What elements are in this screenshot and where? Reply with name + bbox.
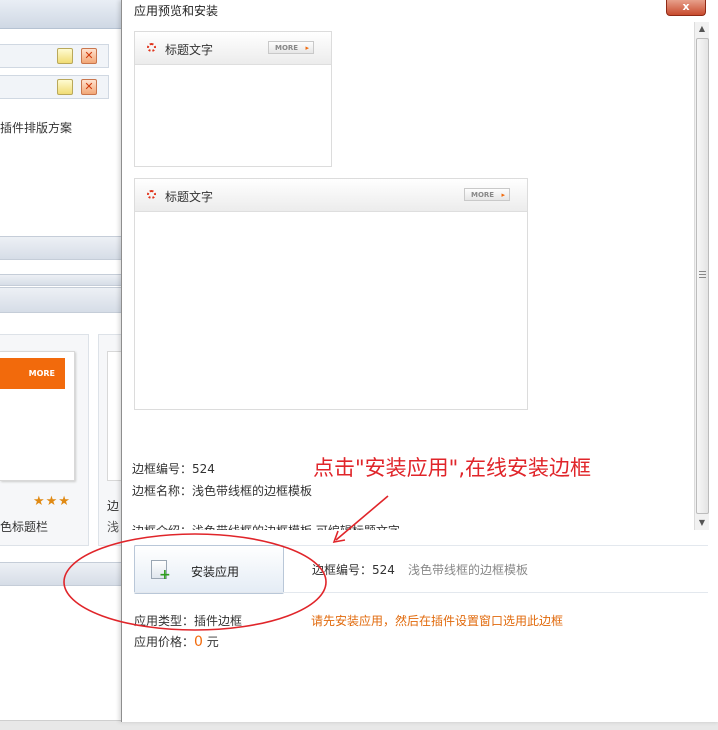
summary-id-label: 边框编号： [312,563,373,577]
app-price-line: 应用价格：0 元 [134,633,219,650]
title-dot-icon [147,190,156,199]
app-type-label: 应用类型： [134,614,195,628]
arrow-right-icon: ▸ [501,191,505,199]
border-preview-small: 标题文字 MORE ▸ [134,31,332,167]
scroll-down-icon[interactable]: ▼ [695,516,709,530]
install-app-button[interactable]: + 安装应用 [134,545,284,594]
plus-icon: + [159,567,171,583]
background-description: 插件排版方案 [0,121,73,135]
frame-title: 标题文字 [165,43,214,57]
app-price-label: 应用价格： [134,635,195,649]
rating-stars: ★★★ [33,494,71,509]
border-name-label: 边框名称： [132,484,193,498]
summary-id-value: 524 [372,563,395,577]
frame-header: 标题文字 MORE ▸ [135,32,331,65]
border-id-value: 524 [192,462,215,476]
background-footer-bar [0,562,122,586]
background-page: ✕ ✕ 插件排版方案 MORE ★★★ 色标题栏 边 浅 [0,0,122,729]
delete-icon[interactable]: ✕ [81,79,97,95]
more-button[interactable]: MORE ▸ [464,188,510,201]
summary-name: 浅色带线框的边框模板 [408,563,529,577]
card-preview [107,351,122,481]
border-preview-large: 标题文字 MORE ▸ [134,178,528,410]
background-section-bar [0,287,122,313]
border-id-label: 边框编号： [132,462,193,476]
background-template-card[interactable]: MORE ★★★ 色标题栏 [0,334,89,546]
background-list-row: ✕ [0,44,109,68]
background-template-card[interactable]: 边 浅 [98,334,122,546]
app-price-value: 0 [194,634,203,650]
card-preview: MORE [0,351,75,481]
app-type-value: 插件边框 [194,614,243,628]
install-app-label: 安装应用 [191,565,240,579]
preview-scrollbar[interactable]: ▲ ▼ [694,22,709,530]
dialog-title: 应用预览和安装 [134,4,219,18]
edit-icon[interactable] [57,79,73,95]
more-label: MORE [275,44,299,52]
divider [134,592,708,593]
card-title-bar: MORE [0,358,65,389]
app-type-line: 应用类型：插件边框 [134,612,242,629]
card-text: 边 [107,499,120,513]
card-text: 浅 [107,520,120,534]
more-label: MORE [471,191,495,199]
background-section-bar [0,236,122,260]
edit-icon[interactable] [57,48,73,64]
scroll-up-icon[interactable]: ▲ [695,22,709,36]
scroll-thumb[interactable] [696,38,709,514]
annotation-text: 点击"安装应用",在线安装边框 [313,456,591,480]
arrow-right-icon: ▸ [305,44,309,52]
app-preview-dialog: 应用预览和安装 x 标题文字 MORE ▸ 标题文字 MORE ▸ 边框编号：5… [121,0,718,722]
border-intro-line: 边框介绍：浅色带线框的边框模板,可编辑标题文字 [132,522,400,530]
frame-header: 标题文字 MORE ▸ [135,179,527,212]
background-top-bar [0,0,122,29]
border-name-line: 边框名称：浅色带线框的边框模板 [132,482,312,499]
summary-id: 边框编号：524 [312,561,395,578]
background-list-row: ✕ [0,75,109,99]
app-price-unit: 元 [206,635,219,649]
install-note: 请先安装应用，然后在插件设置窗口选用此边框 [311,614,564,628]
close-button[interactable]: x [666,0,706,16]
delete-icon[interactable]: ✕ [81,48,97,64]
background-section-bar [0,274,122,286]
border-id-line: 边框编号：524 [132,460,215,477]
border-name-value: 浅色带线框的边框模板 [192,484,313,498]
grip-icon [699,271,706,278]
title-dot-icon [147,43,156,52]
more-button[interactable]: MORE ▸ [268,41,314,54]
frame-title: 标题文字 [165,190,214,204]
more-label: MORE [28,369,55,378]
card-name: 色标题栏 [0,520,49,534]
